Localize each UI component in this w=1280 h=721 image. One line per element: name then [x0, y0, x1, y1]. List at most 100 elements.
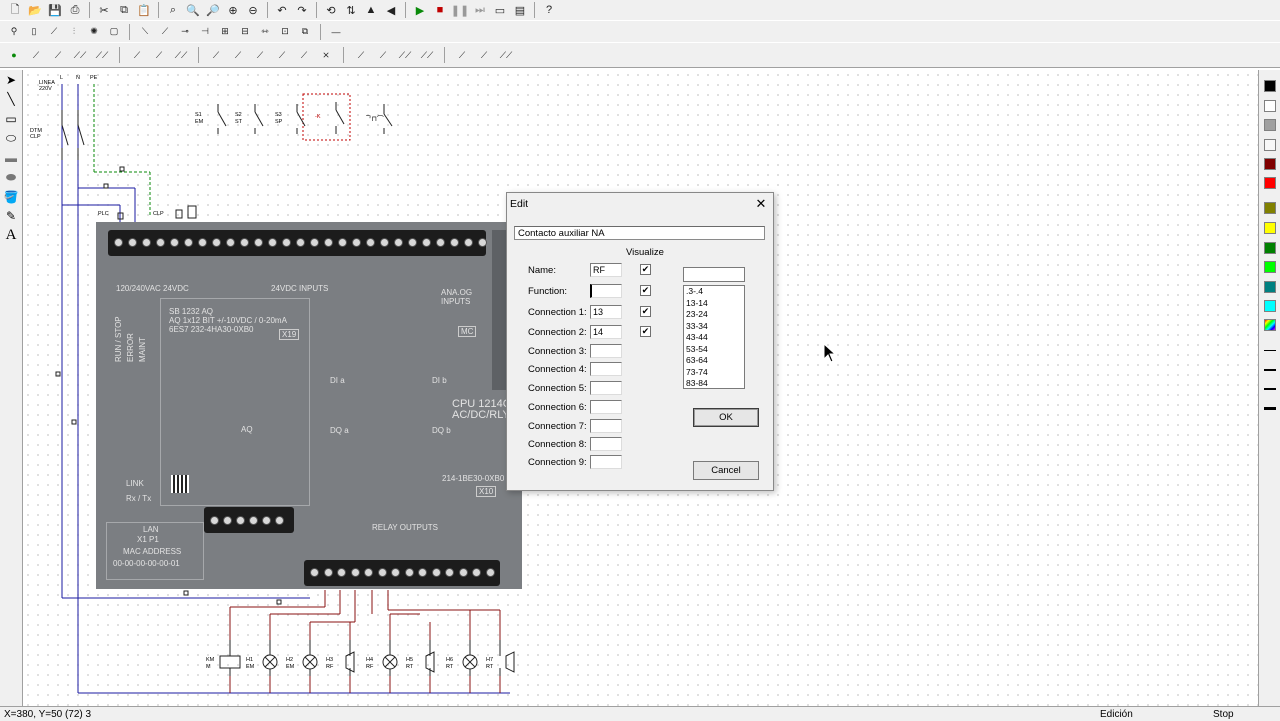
contact-5-icon[interactable]: ⟋: [129, 46, 145, 64]
color-swatch-yellow[interactable]: [1264, 222, 1276, 234]
save-icon[interactable]: 💾: [46, 1, 64, 19]
line-width-2[interactable]: [1264, 369, 1276, 371]
output-h7[interactable]: H7 RT: [486, 657, 493, 671]
contact-s1[interactable]: S1 EM: [195, 112, 203, 126]
contact-17-icon[interactable]: ⟋⟋: [419, 46, 435, 64]
connection-7-field[interactable]: [590, 419, 622, 433]
connection-pair-input[interactable]: [683, 267, 745, 282]
zoom-in-icon[interactable]: 🔍: [184, 1, 202, 19]
lamp-icon[interactable]: ⚲: [6, 23, 22, 41]
connection-4-field[interactable]: [590, 362, 622, 376]
ellipse-icon[interactable]: ⬭: [0, 129, 22, 149]
list-item[interactable]: 13-14: [686, 298, 744, 310]
color-swatch-light[interactable]: [1264, 139, 1276, 151]
capacitor-icon[interactable]: ⇿: [257, 23, 273, 41]
switch-icon[interactable]: ⟋: [46, 23, 62, 41]
connection-5-field[interactable]: [590, 381, 622, 395]
list-item[interactable]: .3-.4: [686, 286, 744, 298]
output-km[interactable]: KM M: [206, 657, 214, 671]
output-h5[interactable]: H5 RT: [406, 657, 413, 671]
transistor-icon[interactable]: ⊞: [217, 23, 233, 41]
zoom-fit-icon[interactable]: ⊕: [224, 1, 242, 19]
color-swatch-black[interactable]: [1264, 80, 1276, 92]
print-icon[interactable]: ⎙: [66, 1, 84, 19]
line-width-1[interactable]: [1264, 350, 1276, 351]
contact-19-icon[interactable]: ⟋: [476, 46, 492, 64]
fill-bucket-icon[interactable]: 🪣: [0, 187, 22, 207]
wire-icon[interactable]: —: [328, 23, 344, 41]
list-item[interactable]: 23-24: [686, 309, 744, 321]
redo-icon[interactable]: ↷: [293, 1, 311, 19]
color-swatch-maroon[interactable]: [1264, 158, 1276, 170]
output-h6[interactable]: H6 RT: [446, 657, 453, 671]
contact-3-icon[interactable]: ⟋⟋: [72, 46, 88, 64]
window-tile-icon[interactable]: ▭: [491, 1, 509, 19]
contact-11-icon[interactable]: ⟋: [274, 46, 290, 64]
mirror-icon[interactable]: ◀: [382, 1, 400, 19]
contact-nc-icon[interactable]: ⟋: [157, 23, 173, 41]
connection-3-field[interactable]: [590, 344, 622, 358]
color-swatch-red[interactable]: [1264, 177, 1276, 189]
color-swatch-white[interactable]: [1264, 100, 1276, 112]
fuse-icon[interactable]: ▯: [26, 23, 42, 41]
list-item[interactable]: 53-54: [686, 344, 744, 356]
relay-box-icon[interactable]: ▢: [106, 23, 122, 41]
list-item[interactable]: 33-34: [686, 321, 744, 333]
contact-s3[interactable]: S3 SP: [275, 112, 282, 126]
connection-2-field[interactable]: 14: [590, 325, 622, 339]
filled-ellipse-icon[interactable]: ⬬: [0, 168, 22, 188]
contact-9-icon[interactable]: ⟋: [230, 46, 246, 64]
coil-star-icon[interactable]: ✺: [86, 23, 102, 41]
component-description[interactable]: Contacto auxiliar NA: [514, 226, 765, 240]
color-swatch-green[interactable]: [1264, 242, 1276, 254]
color-swatch-gray[interactable]: [1264, 119, 1276, 131]
help-icon[interactable]: ?: [540, 1, 558, 19]
line-width-3[interactable]: [1264, 388, 1276, 390]
connection-8-field[interactable]: [590, 437, 622, 451]
pen-icon[interactable]: ✎: [0, 207, 22, 227]
open-folder-icon[interactable]: 📂: [26, 1, 44, 19]
contact-1-icon[interactable]: ⟋: [28, 46, 44, 64]
terminal-block-icon[interactable]: ⧉: [297, 23, 313, 41]
contact-k-selected[interactable]: -K: [315, 114, 321, 120]
cut-icon[interactable]: ✂: [95, 1, 113, 19]
list-item[interactable]: 43-44: [686, 332, 744, 344]
contact-15-icon[interactable]: ⟋: [375, 46, 391, 64]
output-h3[interactable]: H3 RF: [326, 657, 333, 671]
overload-contact[interactable]: ᄀ⊓⌒: [365, 114, 384, 124]
zoom-window-icon[interactable]: ⊖: [244, 1, 262, 19]
contact-20-icon[interactable]: ⟋⟋: [498, 46, 514, 64]
color-swatch-lime[interactable]: [1264, 261, 1276, 273]
list-item[interactable]: 63-64: [686, 355, 744, 367]
flip-horizontal-icon[interactable]: ▲: [362, 1, 380, 19]
plc-cpu-image[interactable]: 120/240VAC 24VDC 24VDC INPUTS ANA.OG INP…: [96, 222, 522, 589]
output-h1[interactable]: H1 EM: [246, 657, 254, 671]
contact-10-icon[interactable]: ⟋: [252, 46, 268, 64]
step-end-icon[interactable]: ⏭: [471, 1, 489, 19]
flip-vertical-icon[interactable]: ⇅: [342, 1, 360, 19]
paste-icon[interactable]: 📋: [135, 1, 153, 19]
color-swatch-custom[interactable]: [1264, 319, 1276, 331]
contact-2-icon[interactable]: ⟋: [50, 46, 66, 64]
contact-no-icon[interactable]: ⟍: [137, 23, 153, 41]
contact-4-icon[interactable]: ⟋⟋: [94, 46, 110, 64]
connection-1-visible-checkbox[interactable]: ✔: [640, 306, 651, 317]
color-swatch-teal[interactable]: [1264, 281, 1276, 293]
resistor-icon[interactable]: ⊣: [197, 23, 213, 41]
list-item[interactable]: 83-84: [686, 378, 744, 388]
name-visible-checkbox[interactable]: ✔: [640, 264, 651, 275]
output-h2[interactable]: H2 EM: [286, 657, 294, 671]
undo-icon[interactable]: ↶: [273, 1, 291, 19]
diode-icon[interactable]: ⊟: [237, 23, 253, 41]
contact-12-icon[interactable]: ⟋: [296, 46, 312, 64]
contact-8-icon[interactable]: ⟋: [208, 46, 224, 64]
contact-6-icon[interactable]: ⟋: [151, 46, 167, 64]
dot-node-icon[interactable]: ●: [6, 46, 22, 64]
contact-s2[interactable]: S2 ST: [235, 112, 242, 126]
zoom-page-icon[interactable]: ⌕: [164, 1, 182, 19]
play-icon[interactable]: ▶: [411, 1, 429, 19]
close-icon[interactable]: ✕: [753, 196, 769, 212]
contact-18-icon[interactable]: ⟋: [454, 46, 470, 64]
select-arrow-icon[interactable]: ➤: [0, 70, 22, 90]
connection-pair-list[interactable]: .3-.4 13-14 23-24 33-34 43-44 53-54 63-6…: [683, 285, 745, 389]
